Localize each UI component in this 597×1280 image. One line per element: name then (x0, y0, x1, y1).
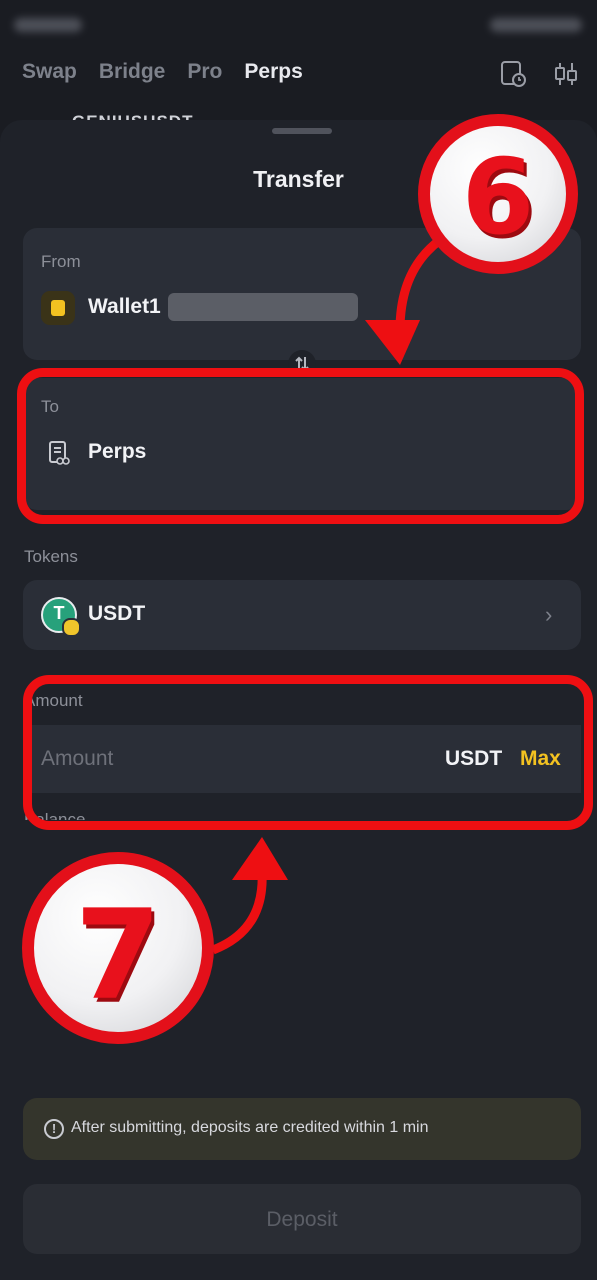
step-7-badge: 7 (22, 852, 214, 1044)
step-6-badge: 6 (418, 114, 578, 274)
